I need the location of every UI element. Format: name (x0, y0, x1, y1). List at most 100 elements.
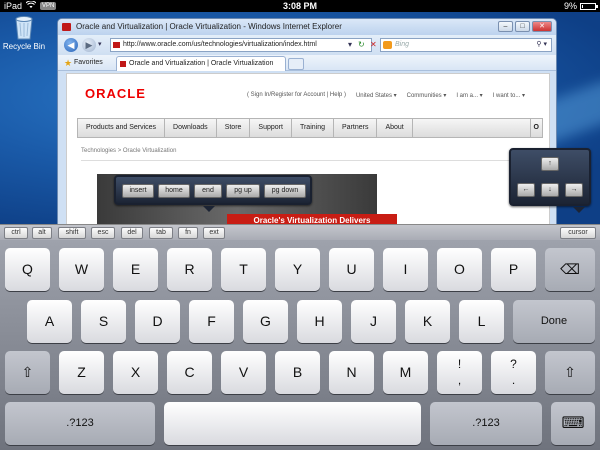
tab-label: Oracle and Virtualization | Oracle Virtu… (129, 60, 274, 67)
arrow-up-key[interactable]: ↑ (541, 157, 559, 171)
country-link[interactable]: United States ▾ (356, 92, 397, 99)
new-tab-button[interactable] (288, 58, 304, 70)
bing-icon (383, 41, 392, 49)
key-l[interactable]: L (459, 300, 504, 343)
key-y[interactable]: Y (275, 248, 320, 291)
key-z[interactable]: Z (59, 351, 104, 394)
breadcrumb[interactable]: Technologies > Oracle Virtualization (81, 148, 176, 154)
tab-key[interactable]: tab (149, 227, 173, 239)
arrow-down-key[interactable]: ↓ (541, 183, 559, 197)
shift-right-key[interactable]: ⇧ (545, 351, 595, 394)
remote-desktop[interactable]: Recycle Bin Oracle and Virtualization | … (0, 12, 600, 224)
minimize-button[interactable]: – (498, 21, 513, 32)
comma-glyph: , (457, 373, 462, 387)
key-j[interactable]: J (351, 300, 396, 343)
refresh-icon[interactable]: ↻ (358, 39, 365, 51)
key-w[interactable]: W (59, 248, 104, 291)
end-key[interactable]: end (194, 184, 222, 198)
close-window-button[interactable]: ✕ (532, 21, 552, 32)
recent-pages-dropdown-icon[interactable]: ▾ (98, 39, 102, 51)
sign-in-link[interactable]: ( Sign In/Register for Account | Help ) (247, 92, 346, 99)
menu-about[interactable]: About (377, 119, 413, 137)
menu-partners[interactable]: Partners (334, 119, 378, 137)
key-n[interactable]: N (329, 351, 374, 394)
battery-percent: 9% (563, 1, 577, 11)
key-f[interactable]: F (189, 300, 234, 343)
compatibility-view-icon[interactable]: ▾ (348, 39, 352, 51)
menu-more[interactable]: O (529, 119, 542, 137)
key-p[interactable]: P (491, 248, 536, 291)
back-button[interactable]: ◀ (64, 38, 78, 52)
menu-support[interactable]: Support (250, 119, 292, 137)
cursor-key[interactable]: cursor (560, 227, 596, 239)
menu-training[interactable]: Training (292, 119, 334, 137)
page-up-key[interactable]: pg up (226, 184, 260, 198)
key-k[interactable]: K (405, 300, 450, 343)
site-menu: Products and Services Downloads Store Su… (77, 118, 543, 138)
done-key[interactable]: Done (513, 300, 595, 343)
key-m[interactable]: M (383, 351, 428, 394)
key-u[interactable]: U (329, 248, 374, 291)
key-r[interactable]: R (167, 248, 212, 291)
page-down-key[interactable]: pg down (264, 184, 306, 198)
ext-key[interactable]: ext (203, 227, 225, 239)
top-links: ( Sign In/Register for Account | Help ) … (247, 92, 525, 99)
favorites-star-icon: ★ (64, 58, 73, 68)
on-screen-keyboard: Q W E R T Y U I O P ⌫ A S D F G H J K L … (0, 240, 600, 450)
home-key[interactable]: home (158, 184, 190, 198)
key-c[interactable]: C (167, 351, 212, 394)
arrow-left-key[interactable]: ← (517, 183, 535, 197)
key-b[interactable]: B (275, 351, 320, 394)
alt-key[interactable]: alt (32, 227, 52, 239)
key-h[interactable]: H (297, 300, 342, 343)
key-s[interactable]: S (81, 300, 126, 343)
key-g[interactable]: G (243, 300, 288, 343)
communities-link[interactable]: Communities ▾ (407, 92, 447, 99)
battery-icon (580, 2, 598, 10)
forward-button[interactable]: ▶ (82, 38, 96, 52)
search-go-icon[interactable]: ⚲ ▾ (536, 39, 547, 51)
i-am-a-link[interactable]: I am a... ▾ (456, 92, 482, 99)
menu-products-and-services[interactable]: Products and Services (78, 119, 166, 137)
period-glyph: . (511, 373, 516, 387)
shift-key[interactable]: shift (58, 227, 86, 239)
key-exclamation-comma[interactable]: ! , (437, 351, 482, 394)
search-placeholder: Bing (395, 41, 410, 48)
hero-banner[interactable]: Oracle's Virtualization Delivers (227, 214, 397, 224)
browser-tab[interactable]: Oracle and Virtualization | Oracle Virtu… (116, 56, 286, 71)
del-key[interactable]: del (121, 227, 143, 239)
menu-downloads[interactable]: Downloads (165, 119, 217, 137)
numbers-right-key[interactable]: .?123 (430, 402, 542, 445)
key-x[interactable]: X (113, 351, 158, 394)
arrow-right-key[interactable]: → (565, 183, 583, 197)
address-input[interactable]: http://www.oracle.com/us/technologies/vi… (110, 38, 372, 52)
stop-icon[interactable]: ✕ (370, 39, 377, 51)
key-v[interactable]: V (221, 351, 266, 394)
oracle-logo[interactable]: ORACLE (85, 86, 146, 101)
shift-left-key[interactable]: ⇧ (5, 351, 50, 394)
i-want-to-link[interactable]: I want to... ▾ (493, 92, 525, 99)
key-i[interactable]: I (383, 248, 428, 291)
key-q[interactable]: Q (5, 248, 50, 291)
fn-key[interactable]: fn (178, 227, 198, 239)
hide-keyboard-icon: ⌨ (561, 415, 585, 432)
recycle-bin[interactable]: Recycle Bin (2, 14, 46, 51)
window-titlebar[interactable]: Oracle and Virtualization | Oracle Virtu… (58, 19, 556, 35)
menu-store[interactable]: Store (217, 119, 251, 137)
key-question-period[interactable]: ? . (491, 351, 536, 394)
space-bar[interactable] (164, 402, 421, 445)
numbers-left-key[interactable]: .?123 (5, 402, 155, 445)
key-o[interactable]: O (437, 248, 482, 291)
favorites-button[interactable]: ★ Favorites (64, 57, 103, 69)
key-t[interactable]: T (221, 248, 266, 291)
key-d[interactable]: D (135, 300, 180, 343)
hide-keyboard-button[interactable]: ⌨ (551, 402, 595, 445)
key-a[interactable]: A (27, 300, 72, 343)
ctrl-key[interactable]: ctrl (4, 227, 28, 239)
insert-key[interactable]: insert (122, 184, 154, 198)
esc-key[interactable]: esc (91, 227, 115, 239)
search-input[interactable]: Bing ⚲ ▾ (380, 38, 552, 52)
key-e[interactable]: E (113, 248, 158, 291)
backspace-key[interactable]: ⌫ (545, 248, 595, 291)
maximize-button[interactable]: □ (515, 21, 530, 32)
